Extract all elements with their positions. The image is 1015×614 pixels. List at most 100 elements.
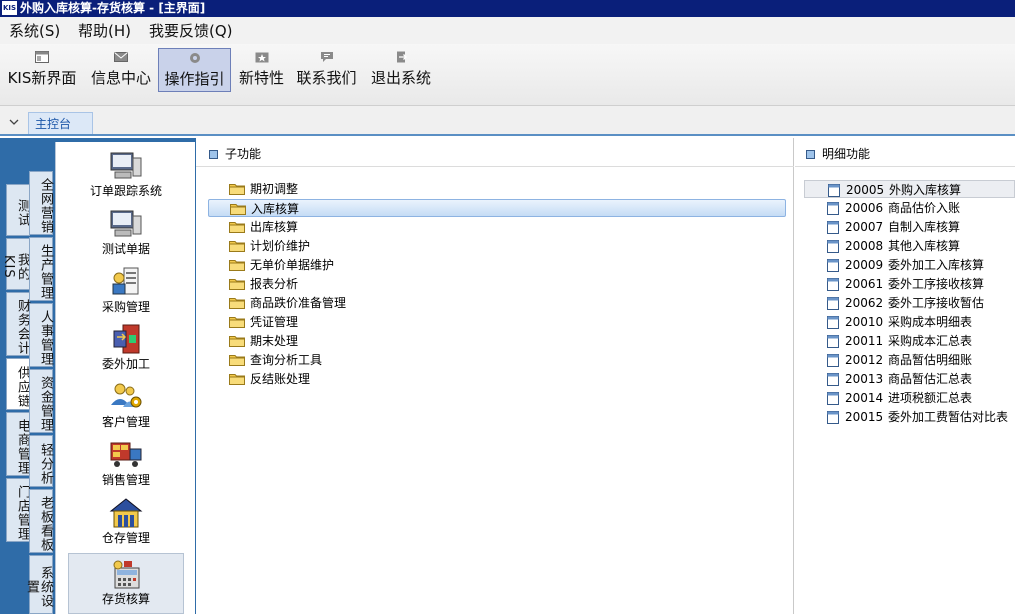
detail-function-item[interactable]: 20012 商品暂估明细账 [804, 351, 1015, 369]
detail-function-item[interactable]: 20014 进项税额汇总表 [804, 389, 1015, 407]
function-outsourcing[interactable]: 委外加工 [68, 323, 184, 379]
detail-function-item[interactable]: 20011 采购成本汇总表 [804, 332, 1015, 350]
sub-function-item[interactable]: 期初调整 [208, 180, 786, 198]
star-icon [255, 52, 268, 63]
category-tab-supply-chain[interactable]: 供应链 [6, 358, 30, 410]
category-tab-production[interactable]: 生产管理 [29, 237, 53, 301]
sub-function-item[interactable]: 报表分析 [208, 275, 786, 293]
header-square-icon [806, 150, 815, 159]
document-icon [827, 335, 839, 348]
warehouse-icon [109, 498, 143, 528]
info-center-button[interactable]: 信息中心 [87, 48, 155, 92]
sub-function-label: 报表分析 [250, 277, 299, 291]
detail-function-item[interactable]: 20062 委外工序接收暂估 [804, 294, 1015, 312]
folder-icon [229, 260, 245, 271]
category-tab-ecommerce[interactable]: 电商管理 [6, 412, 30, 476]
detail-function-code: 20006 [845, 201, 884, 215]
sub-function-item[interactable]: 凭证管理 [208, 313, 786, 331]
function-label: 客户管理 [101, 415, 150, 429]
document-icon [827, 354, 839, 367]
tab-strip: 主控台 [0, 106, 1015, 136]
detail-function-item[interactable]: 20061 委外工序接收核算 [804, 275, 1015, 293]
sub-function-label: 出库核算 [250, 220, 299, 234]
purchase-icon [112, 267, 139, 295]
function-purchase[interactable]: 采购管理 [68, 266, 184, 322]
sub-function-label: 商品跌价准备管理 [250, 296, 347, 310]
sub-function-item[interactable]: 期末处理 [208, 332, 786, 350]
kis-new-ui-button[interactable]: KIS新界面 [4, 48, 80, 92]
sub-function-panel: 子功能 期初调整 入库核算出库核算计划价维护无单价单据维护报表分析商品跌价准备管理… [196, 138, 794, 614]
detail-function-code: 20008 [845, 239, 884, 253]
detail-function-item[interactable]: 20015 委外加工费暂估对比表 [804, 408, 1015, 426]
detail-function-label: 委外工序接收暂估 [888, 296, 985, 310]
detail-function-item[interactable]: 20013 商品暂估汇总表 [804, 370, 1015, 388]
new-features-button[interactable]: 新特性 [234, 48, 289, 92]
envelope-icon [114, 52, 128, 62]
chevron-down-icon[interactable] [8, 117, 20, 127]
menu-help[interactable]: 帮助(H) [78, 21, 131, 41]
contact-us-button[interactable]: 联系我们 [292, 48, 361, 92]
sub-function-item[interactable]: 反结账处理 [208, 370, 786, 388]
detail-function-code: 20010 [845, 315, 884, 329]
truck-icon [110, 442, 142, 467]
detail-function-code: 20013 [845, 372, 884, 386]
sub-function-label: 期末处理 [250, 334, 299, 348]
detail-function-item[interactable]: 20009 委外加工入库核算 [804, 256, 1015, 274]
category-tab-hr[interactable]: 人事管理 [29, 303, 53, 367]
detail-function-item[interactable]: 20010 采购成本明细表 [804, 313, 1015, 331]
monitor-icon [110, 210, 142, 237]
document-icon [828, 184, 840, 197]
category-tab-finance[interactable]: 财务会计 [6, 292, 30, 356]
category-tab-boss-board[interactable]: 老板看板 [29, 489, 53, 553]
menu-feedback[interactable]: 我要反馈(Q) [149, 21, 233, 41]
category-tab-store[interactable]: 门店管理 [6, 478, 30, 542]
toolbar: KIS新界面 信息中心 操作指引 新特性 联系我们 退出系统 [0, 44, 1015, 106]
sub-function-item[interactable]: 无单价单据维护 [208, 256, 786, 274]
function-label: 仓存管理 [101, 531, 150, 545]
window-title: 外购入库核算-存货核算 - [主界面] [20, 1, 206, 15]
function-sales[interactable]: 销售管理 [68, 439, 184, 495]
function-label: 订单跟踪系统 [89, 184, 162, 198]
folder-icon [230, 204, 246, 215]
category-tab-funds[interactable]: 资金管理 [29, 369, 53, 433]
sub-function-label: 凭证管理 [250, 315, 299, 329]
detail-function-item[interactable]: 20006 商品估价入账 [804, 199, 1015, 217]
function-label: 采购管理 [101, 300, 150, 314]
sub-function-item[interactable]: 计划价维护 [208, 237, 786, 255]
customers-icon [111, 383, 142, 408]
sub-function-item[interactable]: 入库核算 [208, 199, 786, 217]
header-divider [795, 166, 1015, 167]
tool-label: 新特性 [238, 69, 284, 87]
function-customer[interactable]: 客户管理 [68, 381, 184, 437]
exit-system-button[interactable]: 退出系统 [366, 48, 436, 92]
detail-function-item[interactable]: 20005 外购入库核算 [804, 180, 1015, 198]
detail-function-label: 委外加工入库核算 [888, 258, 985, 272]
menu-system[interactable]: 系统(S) [9, 21, 60, 41]
function-test-document[interactable]: 测试单据 [68, 208, 184, 264]
function-label: 测试单据 [101, 242, 150, 256]
operation-guide-button[interactable]: 操作指引 [158, 48, 231, 92]
detail-function-code: 20005 [846, 183, 885, 197]
function-warehouse[interactable]: 仓存管理 [68, 497, 184, 553]
category-tab-test[interactable]: 测试 [6, 184, 30, 236]
detail-function-label: 进项税额汇总表 [888, 391, 973, 405]
function-order-tracking[interactable]: 订单跟踪系统 [68, 150, 184, 206]
detail-function-item[interactable]: 20007 自制入库核算 [804, 218, 1015, 236]
category-tab-settings[interactable]: 系统设置 [24, 555, 53, 614]
sub-function-item[interactable]: 查询分析工具 [208, 351, 786, 369]
document-icon [827, 373, 839, 386]
category-tab-marketing[interactable]: 全网营销 [29, 171, 53, 235]
sub-function-label: 计划价维护 [250, 239, 311, 253]
detail-function-item[interactable]: 20008 其他入库核算 [804, 237, 1015, 255]
sub-function-item[interactable]: 商品跌价准备管理 [208, 294, 786, 312]
function-inventory-accounting[interactable]: 存货核算 [68, 553, 184, 614]
category-tab-analysis[interactable]: 轻分析 [29, 435, 53, 487]
category-tab-my-kis[interactable]: 我的KIS [1, 238, 30, 290]
tool-label: 信息中心 [90, 69, 151, 87]
sub-function-header-label: 子功能 [225, 147, 262, 161]
tool-label: 联系我们 [296, 69, 357, 87]
function-label: 存货核算 [101, 592, 150, 606]
tab-main-console[interactable]: 主控台 [28, 112, 93, 134]
sub-function-item[interactable]: 出库核算 [208, 218, 786, 236]
document-icon [827, 411, 839, 424]
